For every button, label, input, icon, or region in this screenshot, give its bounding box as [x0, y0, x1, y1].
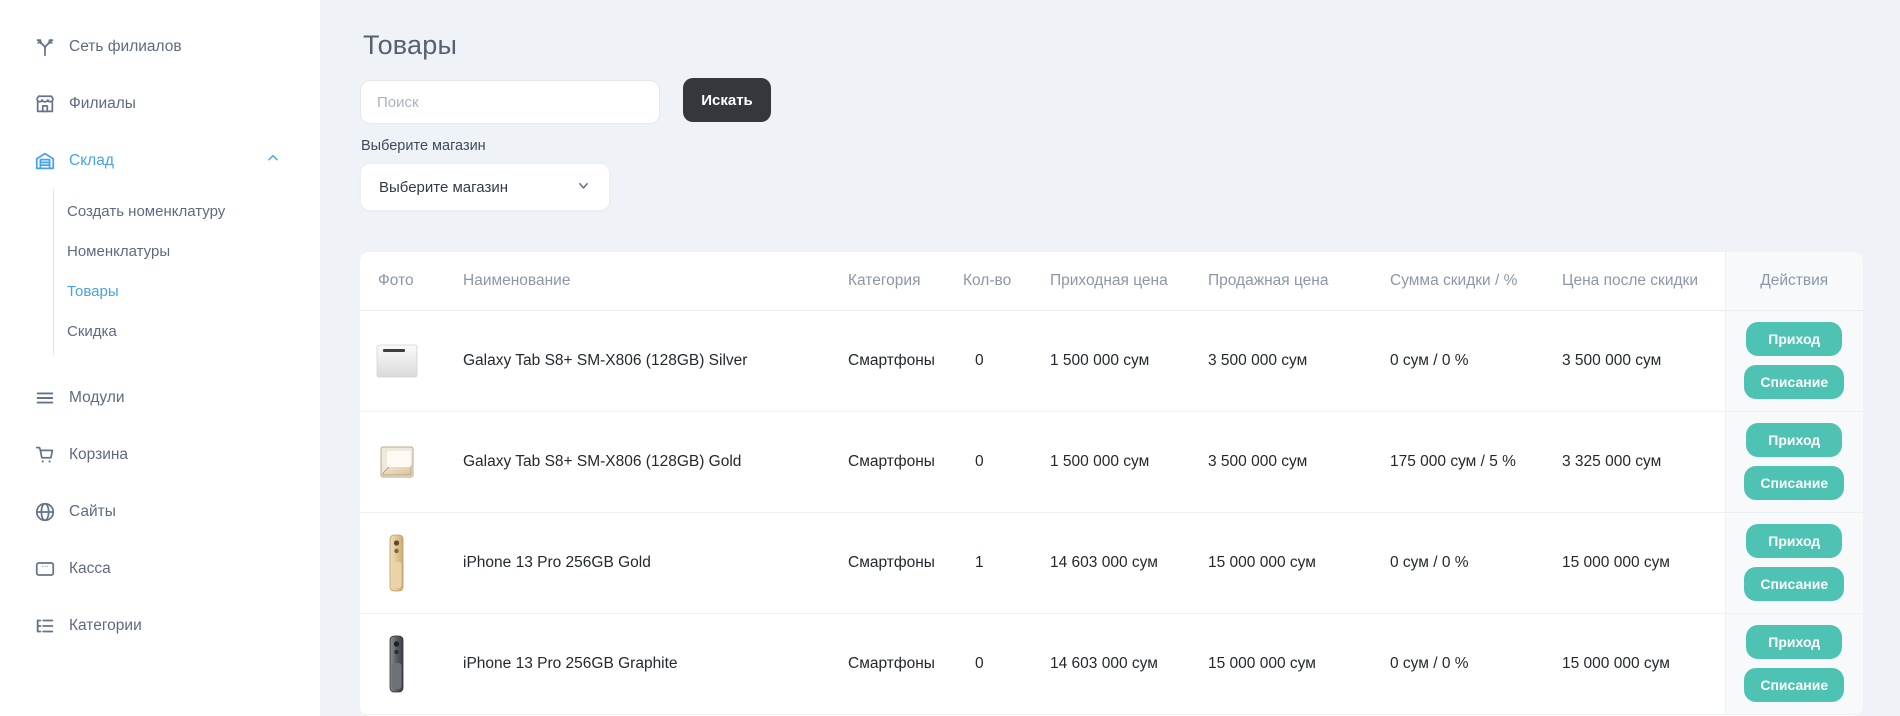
- product-sale-price: 15 000 000 сум: [1200, 613, 1380, 714]
- sidebar-item-branch-network[interactable]: Сеть филиалов: [0, 18, 320, 75]
- product-final-price: 3 325 000 сум: [1550, 411, 1725, 512]
- subitem-label: Создать номенклатуру: [67, 203, 225, 220]
- sidebar-item-filials[interactable]: Филиалы: [0, 75, 320, 132]
- warehouse-submenu: Создать номенклатуру Номенклатуры Товары…: [53, 189, 320, 355]
- col-header-qty: Кол-во: [955, 252, 1040, 310]
- subitem-label: Товары: [67, 283, 119, 300]
- product-photo-iphone-gold: [374, 533, 420, 593]
- product-final-price: 15 000 000 сум: [1550, 613, 1725, 714]
- cashbox-icon: [33, 557, 57, 581]
- globe-icon: [33, 500, 57, 524]
- income-button[interactable]: Приход: [1746, 423, 1842, 457]
- sidebar-item-label: Корзина: [69, 446, 128, 464]
- product-photo-tablet-gold: [374, 432, 420, 492]
- product-qty: 0: [955, 613, 1040, 714]
- col-header-name: Наименование: [443, 252, 840, 310]
- product-discount: 175 000 сум / 5 %: [1380, 411, 1550, 512]
- sidebar: Сеть филиалов Филиалы Склад: [0, 0, 320, 716]
- writeoff-button[interactable]: Списание: [1744, 567, 1844, 601]
- writeoff-button[interactable]: Списание: [1744, 365, 1844, 399]
- subitem-label: Номенклатуры: [67, 243, 170, 260]
- store-select[interactable]: Выберите магазин: [360, 163, 610, 211]
- page-title: Товары: [363, 30, 457, 61]
- product-discount: 0 сум / 0 %: [1380, 512, 1550, 613]
- sidebar-subitem-create-nomenclature[interactable]: Создать номенклатуру: [54, 191, 320, 231]
- writeoff-button[interactable]: Списание: [1744, 668, 1844, 702]
- col-header-sale-price: Продажная цена: [1200, 252, 1380, 310]
- col-header-purchase-price: Приходная цена: [1040, 252, 1200, 310]
- sidebar-subitem-products[interactable]: Товары: [54, 271, 320, 311]
- product-category: Смартфоны: [840, 512, 955, 613]
- sidebar-item-categories[interactable]: Категории: [0, 597, 320, 654]
- product-sale-price: 3 500 000 сум: [1200, 310, 1380, 411]
- search-input[interactable]: [360, 80, 660, 124]
- income-button[interactable]: Приход: [1746, 322, 1842, 356]
- sidebar-item-label: Категории: [69, 617, 142, 635]
- product-discount: 0 сум / 0 %: [1380, 613, 1550, 714]
- product-qty: 1: [955, 512, 1040, 613]
- table-row: iPhone 13 Pro 256GB Gold Смартфоны 1 14 …: [360, 512, 1863, 613]
- product-name: iPhone 13 Pro 256GB Graphite: [443, 613, 840, 714]
- sidebar-item-label: Сайты: [69, 503, 116, 521]
- sidebar-item-sites[interactable]: Сайты: [0, 483, 320, 540]
- warehouse-icon: [33, 149, 57, 173]
- sidebar-item-label: Касса: [69, 560, 111, 578]
- chevron-down-icon: [576, 178, 591, 197]
- sidebar-item-warehouse[interactable]: Склад: [0, 132, 320, 189]
- products-table: Фото Наименование Категория Кол-во Прихо…: [360, 252, 1863, 715]
- product-category: Смартфоны: [840, 613, 955, 714]
- product-qty: 0: [955, 411, 1040, 512]
- sidebar-subitem-nomenclatures[interactable]: Номенклатуры: [54, 231, 320, 271]
- sidebar-item-label: Модули: [69, 389, 125, 407]
- product-purchase-price: 14 603 000 сум: [1040, 512, 1200, 613]
- col-header-category: Категория: [840, 252, 955, 310]
- sidebar-item-modules[interactable]: Модули: [0, 369, 320, 426]
- modules-icon: [33, 386, 57, 410]
- product-category: Смартфоны: [840, 310, 955, 411]
- sidebar-item-cart[interactable]: Корзина: [0, 426, 320, 483]
- store-select-label: Выберите магазин: [361, 138, 486, 154]
- table-row: Galaxy Tab S8+ SM-X806 (128GB) Gold Смар…: [360, 411, 1863, 512]
- products-table-card: Фото Наименование Категория Кол-во Прихо…: [360, 252, 1863, 716]
- product-purchase-price: 1 500 000 сум: [1040, 411, 1200, 512]
- col-header-photo: Фото: [360, 252, 443, 310]
- product-discount: 0 сум / 0 %: [1380, 310, 1550, 411]
- income-button[interactable]: Приход: [1746, 524, 1842, 558]
- table-row: iPhone 13 Pro 256GB Graphite Смартфоны 0…: [360, 613, 1863, 714]
- product-photo-iphone-graphite: [374, 634, 420, 694]
- table-header-row: Фото Наименование Категория Кол-во Прихо…: [360, 252, 1863, 310]
- product-name: Galaxy Tab S8+ SM-X806 (128GB) Gold: [443, 411, 840, 512]
- main-content: Товары Искать Выберите магазин Выберите …: [360, 0, 1900, 716]
- sidebar-item-label: Филиалы: [69, 95, 136, 113]
- store-select-value: Выберите магазин: [379, 179, 508, 196]
- sidebar-item-label: Склад: [69, 152, 114, 170]
- writeoff-button[interactable]: Списание: [1744, 466, 1844, 500]
- product-final-price: 3 500 000 сум: [1550, 310, 1725, 411]
- col-header-final-price: Цена после скидки: [1550, 252, 1725, 310]
- branch-icon: [33, 35, 57, 59]
- cart-icon: [33, 443, 57, 467]
- sidebar-item-cashbox[interactable]: Касса: [0, 540, 320, 597]
- product-purchase-price: 14 603 000 сум: [1040, 613, 1200, 714]
- product-name: Galaxy Tab S8+ SM-X806 (128GB) Silver: [443, 310, 840, 411]
- product-photo-tablet-silver: [374, 331, 420, 391]
- product-purchase-price: 1 500 000 сум: [1040, 310, 1200, 411]
- categories-icon: [33, 614, 57, 638]
- income-button[interactable]: Приход: [1746, 625, 1842, 659]
- product-sale-price: 15 000 000 сум: [1200, 512, 1380, 613]
- product-category: Смартфоны: [840, 411, 955, 512]
- col-header-discount: Сумма скидки / %: [1380, 252, 1550, 310]
- product-sale-price: 3 500 000 сум: [1200, 411, 1380, 512]
- store-icon: [33, 92, 57, 116]
- sidebar-subitem-discount[interactable]: Скидка: [54, 311, 320, 351]
- product-name: iPhone 13 Pro 256GB Gold: [443, 512, 840, 613]
- subitem-label: Скидка: [67, 323, 117, 340]
- sidebar-item-label: Сеть филиалов: [69, 38, 182, 56]
- search-button[interactable]: Искать: [683, 78, 771, 122]
- chevron-up-icon: [266, 151, 280, 170]
- product-qty: 0: [955, 310, 1040, 411]
- table-row: Galaxy Tab S8+ SM-X806 (128GB) Silver См…: [360, 310, 1863, 411]
- product-final-price: 15 000 000 сум: [1550, 512, 1725, 613]
- col-header-actions: Действия: [1725, 252, 1863, 310]
